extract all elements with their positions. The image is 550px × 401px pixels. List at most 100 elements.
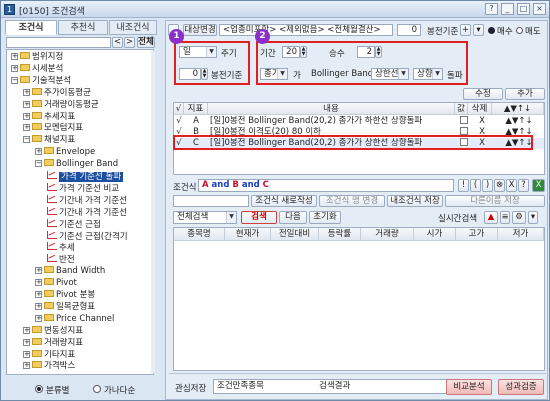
plus-icon[interactable]: + xyxy=(460,24,471,36)
tab-my-condition[interactable]: 내조건식 xyxy=(109,20,157,35)
result-col-header[interactable]: 저가 xyxy=(498,228,544,241)
all-button[interactable]: 전체 xyxy=(137,37,155,48)
expand-icon[interactable]: + xyxy=(23,124,30,132)
expand-icon[interactable]: + xyxy=(23,88,30,96)
tree-node[interactable]: + 변동성지표 xyxy=(23,325,83,337)
condition-name-input[interactable] xyxy=(173,195,249,207)
expand-icon[interactable]: + xyxy=(35,314,42,322)
condition-row[interactable]: √ A [일]0봉전 Bollinger Band(20,2) 종가가 하한선 상향… xyxy=(174,116,544,127)
save-as-button[interactable]: 다른이름 저장 xyxy=(445,195,545,207)
row-move-icons[interactable]: ▲▼↑↓ xyxy=(494,116,544,127)
term-spinner[interactable]: ▲ ▼ xyxy=(300,46,307,58)
expand-icon[interactable]: + xyxy=(23,338,30,346)
rename-button[interactable]: 조건식 명 변경 xyxy=(319,195,385,207)
band-line-select[interactable]: 상한선 ▼ xyxy=(371,68,409,80)
tree-node[interactable]: + 기타지표 xyxy=(23,349,75,361)
target-change-button[interactable]: 대상변경 xyxy=(183,24,217,36)
expand-icon[interactable]: + xyxy=(35,279,42,287)
tree-node[interactable]: − Bollinger Band xyxy=(35,159,118,170)
scope-select[interactable]: 전체검색 ▼ xyxy=(173,211,237,224)
expand-icon[interactable]: + xyxy=(11,53,18,60)
result-col-header[interactable]: 전일대비 xyxy=(271,228,319,241)
add-button[interactable]: 추가 xyxy=(505,88,545,100)
indicator-tree[interactable]: + 범위지정 + 시세분석 − 기술적분석 + 주가이동평균 + 거래량이동평균 + 추세지표 + 모멘텀… xyxy=(6,49,154,375)
tree-node[interactable]: + 주가이동평균 xyxy=(23,87,91,99)
price-select[interactable]: 종가 ▼ xyxy=(260,68,288,80)
tab-recommend[interactable]: 추천식 xyxy=(58,20,108,35)
next-icon[interactable]: > xyxy=(124,37,135,48)
expand-icon[interactable]: + xyxy=(23,350,30,358)
expand-icon[interactable]: + xyxy=(35,148,42,156)
save-condition-button[interactable]: 내조건식 저장 xyxy=(387,195,443,207)
tree-node[interactable]: 기간내 가격 기준선 xyxy=(47,206,127,218)
radio-alpha[interactable] xyxy=(93,385,101,393)
tree-node[interactable]: 가격 기준선 비교 xyxy=(47,182,119,194)
spin-input[interactable]: 0 xyxy=(397,24,421,36)
tree-node[interactable]: − 기술적분석 xyxy=(11,75,71,87)
expand-icon[interactable]: + xyxy=(35,291,42,298)
formula-op-button[interactable]: ? xyxy=(518,179,529,192)
compare-button[interactable]: 비교분석 xyxy=(446,379,492,395)
formula-op-button[interactable]: ( xyxy=(470,179,481,192)
tree-scrollbar[interactable] xyxy=(151,51,155,373)
tree-node[interactable]: + 거래량이동평균 xyxy=(23,99,99,111)
expand-icon[interactable]: + xyxy=(23,112,30,120)
gear-icon[interactable]: ⚙ xyxy=(512,211,526,224)
formula-input[interactable]: A and B and C xyxy=(198,179,454,192)
next-button[interactable]: 다음 xyxy=(279,211,307,224)
tree-search-input[interactable] xyxy=(6,37,111,48)
result-col-header[interactable]: 현재가 xyxy=(225,228,271,241)
dropdown-icon[interactable]: ▾ xyxy=(473,24,484,36)
tree-node[interactable]: + Pivot xyxy=(35,278,77,289)
tree-node[interactable]: 가격 기준선 돌파 xyxy=(47,171,124,182)
list-icon[interactable]: ≡ xyxy=(500,211,510,224)
period-select[interactable]: 일 ▼ xyxy=(179,46,217,58)
result-col-header[interactable]: 등락률 xyxy=(319,228,361,241)
expand-icon[interactable]: + xyxy=(23,362,30,370)
interest-save-label[interactable]: 관심저장 xyxy=(175,382,206,394)
edit-button[interactable]: 수정 xyxy=(463,88,503,100)
collapse-icon[interactable]: − xyxy=(11,76,18,84)
formula-op-button[interactable]: X xyxy=(506,179,517,192)
tree-node[interactable]: 반전 xyxy=(47,254,75,265)
expand-icon[interactable]: ▾ xyxy=(528,211,538,224)
minimize-icon[interactable]: _ xyxy=(501,3,514,15)
tree-node[interactable]: − 채널지표 xyxy=(23,135,75,146)
new-condition-button[interactable]: 조건식 새로작성 xyxy=(251,195,317,207)
offset-spinner[interactable]: ▲ ▼ xyxy=(201,68,208,80)
close-icon[interactable]: × xyxy=(533,3,546,15)
radio-buy[interactable] xyxy=(488,27,495,34)
tree-node[interactable]: + 추세지표 xyxy=(23,111,75,123)
tree-node[interactable]: + 가격박스 xyxy=(23,361,75,372)
expand-icon[interactable]: + xyxy=(23,100,30,108)
term-input[interactable]: 20 xyxy=(282,46,300,58)
tree-node[interactable]: 기간내 가격 기준선 xyxy=(47,194,127,206)
expand-icon[interactable]: + xyxy=(23,326,30,334)
tree-node[interactable]: + 거래량지표 xyxy=(23,337,83,349)
expand-icon[interactable]: + xyxy=(35,267,42,275)
result-col-header[interactable]: 고가 xyxy=(456,228,498,241)
reset-button[interactable]: 초기화 xyxy=(309,211,341,224)
verify-button[interactable]: 성과검증 xyxy=(498,379,544,395)
tree-node[interactable]: + Price Channel xyxy=(35,313,114,325)
tree-node[interactable]: 기준선 근접 xyxy=(47,218,101,230)
collapse-icon[interactable]: − xyxy=(35,160,42,168)
direction-select[interactable]: 상향 ▼ xyxy=(413,68,443,80)
radio-sell[interactable] xyxy=(516,27,523,34)
radio-category[interactable] xyxy=(35,385,43,393)
tree-node[interactable]: + Envelope xyxy=(35,147,95,158)
tree-node[interactable]: + 일목균형표 xyxy=(35,301,95,313)
formula-op-button[interactable]: ) xyxy=(482,179,493,192)
tree-node[interactable]: + 모멘텀지표 xyxy=(23,123,83,134)
result-col-header[interactable]: 종목명 xyxy=(174,228,225,241)
formula-op-button[interactable]: ⊗ xyxy=(494,179,505,192)
tree-node[interactable]: 추세 xyxy=(47,242,75,253)
search-button[interactable]: 검색 xyxy=(241,211,277,224)
tab-condition[interactable]: 조건식 xyxy=(5,20,57,35)
offset-input[interactable]: 0 xyxy=(179,68,201,80)
maximize-icon[interactable]: □ xyxy=(517,3,530,15)
mult-spinner[interactable]: ▲ ▼ xyxy=(375,46,382,58)
tree-node[interactable]: 기준선 근접(간격기 xyxy=(47,230,128,242)
tree-node[interactable]: + Pivot 분봉 xyxy=(35,290,95,301)
collapse-icon[interactable]: − xyxy=(23,136,30,144)
